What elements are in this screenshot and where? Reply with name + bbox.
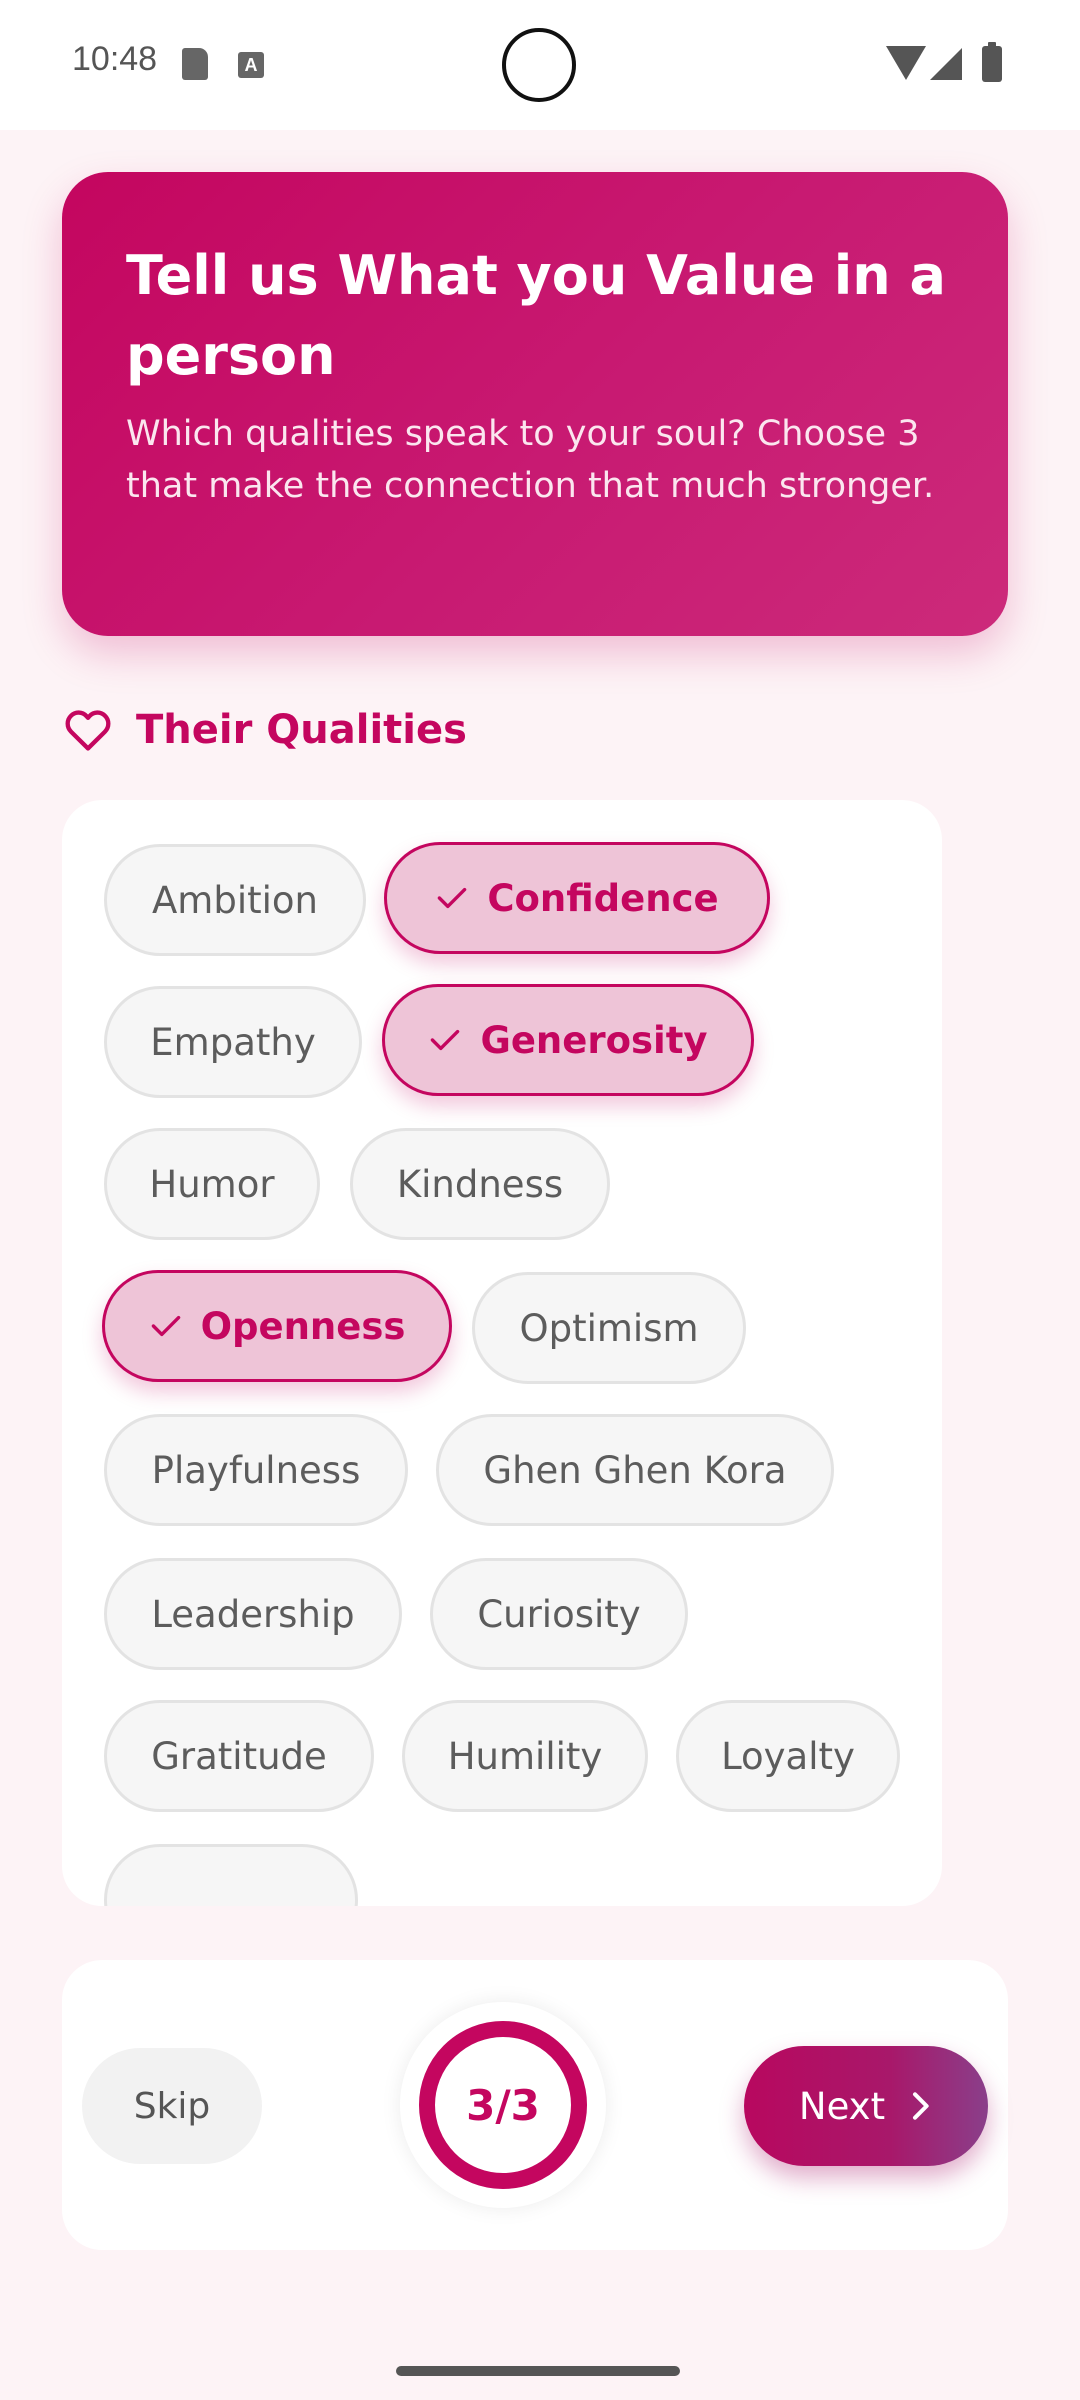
chip-label: Ghen Ghen Kora [483, 1448, 787, 1492]
quality-chip[interactable]: Confidence [384, 842, 770, 954]
hero-title: Tell us What you Value in a person [126, 244, 946, 387]
skip-button[interactable]: Skip [82, 2048, 262, 2164]
next-label: Next [798, 2084, 886, 2128]
quality-chip[interactable]: Playfulness [104, 1414, 408, 1526]
battery-icon [982, 42, 1002, 82]
quality-chip-partial[interactable] [104, 1844, 358, 1906]
quality-chip[interactable]: Humor [104, 1128, 320, 1240]
quality-chip[interactable]: Optimism [472, 1272, 746, 1384]
quality-chip[interactable]: Ambition [104, 844, 366, 956]
hero-subtitle: Which qualities speak to your soul? Choo… [126, 414, 935, 506]
section-header: Their Qualities [62, 700, 467, 760]
quality-chip[interactable]: Gratitude [104, 1700, 374, 1812]
quality-chip[interactable]: Loyalty [676, 1700, 900, 1812]
bottom-action-bar: Skip 3/3 Next [62, 1960, 1008, 2250]
chip-label: Gratitude [151, 1734, 327, 1778]
next-button[interactable]: Next [744, 2046, 988, 2166]
chip-label: Playfulness [151, 1448, 361, 1492]
chip-label: Openness [200, 1304, 406, 1348]
quality-chip[interactable]: Generosity [382, 984, 754, 1096]
chip-label: Humor [149, 1162, 275, 1206]
heart-icon [65, 710, 111, 751]
quality-chip[interactable]: Curiosity [430, 1558, 688, 1670]
qualities-card: Ambition Confidence Empathy Generosity H… [62, 800, 942, 1906]
quality-chip[interactable]: Openness [102, 1270, 452, 1382]
checkmark-icon [438, 887, 467, 909]
home-indicator[interactable] [396, 2366, 680, 2376]
quality-chip[interactable]: Humility [402, 1700, 648, 1812]
checkmark-icon [151, 1315, 180, 1337]
progress-text: 3/3 [466, 2080, 540, 2130]
chip-label: Optimism [519, 1306, 699, 1350]
chip-label: Generosity [480, 1018, 708, 1062]
quality-chip[interactable]: Kindness [350, 1128, 610, 1240]
chip-label: Humility [447, 1734, 603, 1778]
quality-chip[interactable]: Empathy [104, 986, 362, 1098]
chip-label: Ambition [152, 878, 318, 922]
status-time: 10:48 [72, 40, 158, 78]
chip-label: Kindness [396, 1162, 564, 1206]
chip-label: Confidence [487, 876, 719, 920]
quality-chip[interactable]: Leadership [104, 1558, 402, 1670]
hero-card: Tell us What you Value in a person Which… [62, 172, 1008, 636]
chip-label: Leadership [151, 1592, 355, 1636]
chip-label: Curiosity [477, 1592, 641, 1636]
chevron-right-icon [913, 2092, 929, 2120]
chip-label: Loyalty [721, 1734, 855, 1778]
status-bar: 10:48 A [0, 0, 1080, 130]
quality-chip[interactable]: Ghen Ghen Kora [436, 1414, 834, 1526]
progress-indicator: 3/3 [400, 2002, 606, 2208]
signal-icon [930, 48, 962, 80]
chip-label: Empathy [150, 1020, 316, 1064]
sd-card-icon [182, 48, 208, 80]
a-notification-icon: A [238, 52, 264, 78]
section-title: Their Qualities [136, 707, 467, 753]
checkmark-icon [431, 1029, 460, 1051]
wifi-icon [886, 46, 926, 80]
camera-cutout [502, 28, 576, 102]
